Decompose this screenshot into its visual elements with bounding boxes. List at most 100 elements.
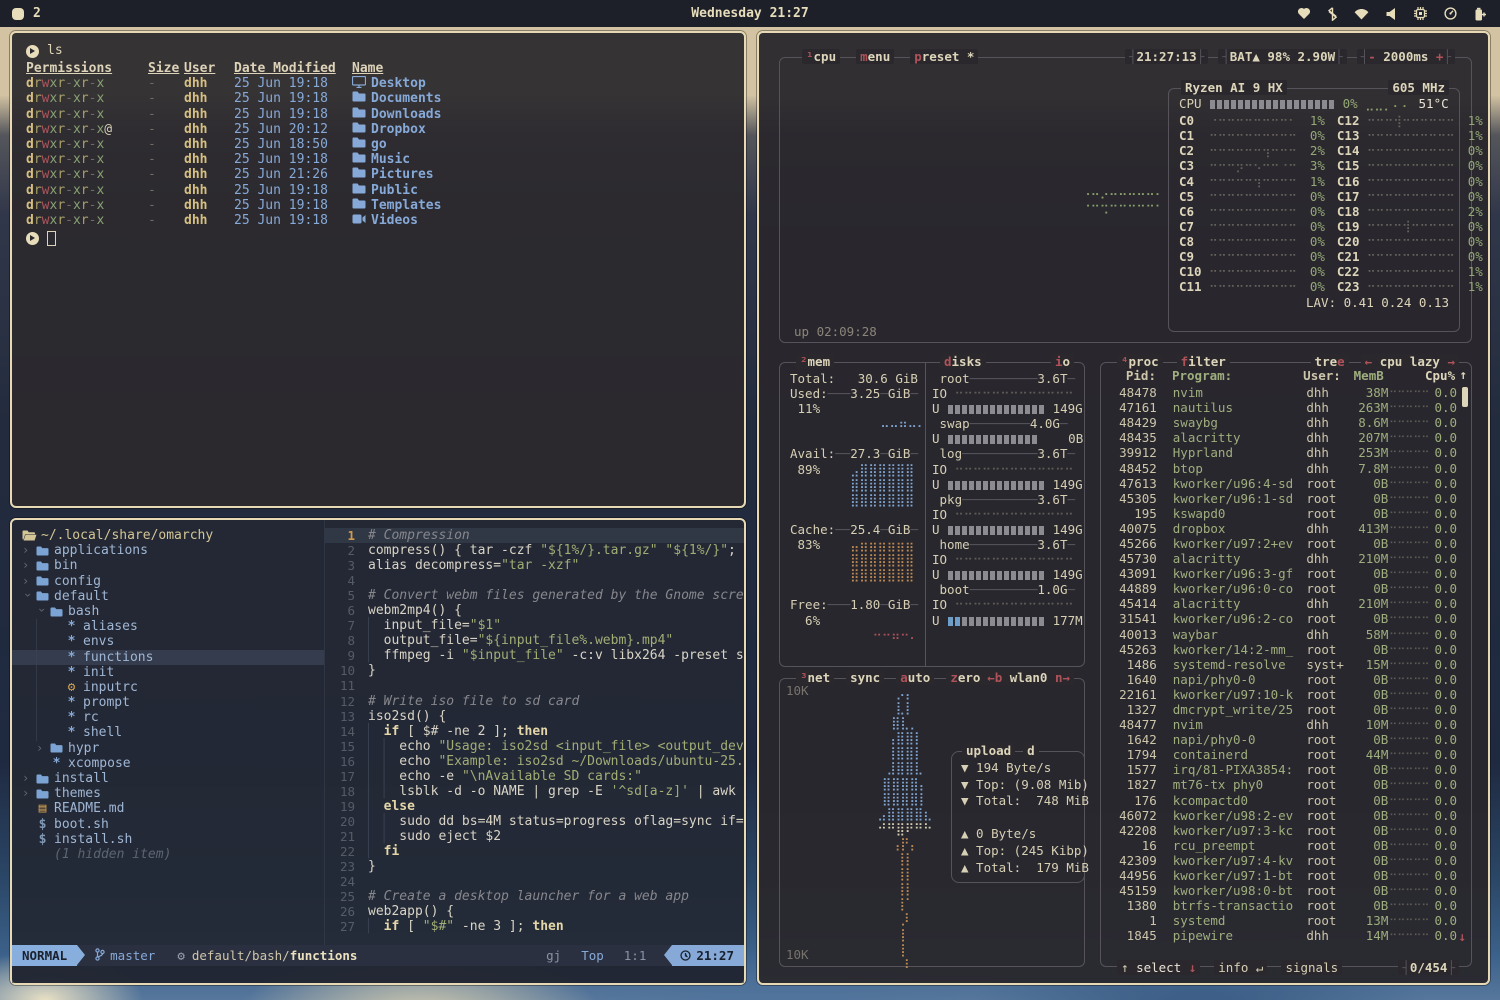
process-row[interactable]: 48452btopdhh7.8M⠒⠒⠒⠒⠒0.0 (1111, 460, 1457, 475)
process-row[interactable]: 48477nvimdhh10M⠒⠒⠒⠒⠒0.0 (1111, 717, 1457, 732)
tree-item--1-hidden-item-[interactable]: (1 hidden item) (12, 847, 324, 862)
process-row[interactable]: 44889kworker/u96:0-coroot0B⠒⠒⠒⠒⠒0.0 (1111, 581, 1457, 596)
process-row[interactable]: 1577irq/81-PIXA3854:root0B⠒⠒⠒⠒⠒0.0 (1111, 762, 1457, 777)
refresh-rate-control[interactable]: ┤- 2000ms +├ (1357, 49, 1455, 64)
process-row[interactable]: 42208kworker/u97:3-kcroot0B⠒⠒⠒⠒⠒0.0 (1111, 823, 1457, 838)
tree-item-functions[interactable]: *functions (12, 650, 324, 665)
process-row[interactable]: 1827mt76-tx phy0root0B⠒⠒⠒⠒⠒0.0 (1111, 777, 1457, 792)
tree-item-config[interactable]: ›config (12, 574, 324, 589)
updates-icon[interactable] (1297, 7, 1311, 20)
process-row[interactable]: 40075dropboxdhh413M⠒⠒⠒⠒⠒0.0 (1111, 521, 1457, 536)
info-control[interactable]: info ↵ (1214, 960, 1267, 975)
tab-mem[interactable]: ²mem (796, 354, 834, 369)
process-row[interactable]: 45263kworker/14:2-mm_root0B⠒⠒⠒⠒⠒0.0 (1111, 642, 1457, 657)
process-row[interactable]: 1794containerdroot44M⠒⠒⠒⠒⠒0.0 (1111, 747, 1457, 762)
volume-icon[interactable] (1386, 8, 1397, 20)
system-monitor-window[interactable]: ¹cpumenupreset * ┤21:27:13├┤BAT▲ 98% 2.9… (757, 31, 1490, 985)
process-row[interactable]: 31541kworker/u96:2-coroot0B⠒⠒⠒⠒⠒0.0 (1111, 611, 1457, 626)
tree-item-install[interactable]: ›install (12, 771, 324, 786)
tree-item-readme-md[interactable]: ▤README.md (12, 801, 324, 816)
process-row[interactable]: 45730alacrittydhh210M⠒⠒⠒⠒⠒0.0 (1111, 551, 1457, 566)
process-row[interactable]: 1327dmcrypt_write/25root0B⠒⠒⠒⠒⠒0.0 (1111, 702, 1457, 717)
select-control[interactable]: ↑ select ↓ (1117, 960, 1200, 975)
proc-tree-toggle[interactable]: tree (1311, 354, 1349, 369)
process-row[interactable]: 1systemdroot13M⠒⠒⠒⠒⠒0.0 (1111, 913, 1457, 928)
process-row[interactable]: 1642napi/phy0-0root0B⠒⠒⠒⠒⠒0.0 (1111, 732, 1457, 747)
net-auto-toggle[interactable]: auto (896, 670, 934, 685)
process-row[interactable]: 22161kworker/u97:10-kroot0B⠒⠒⠒⠒⠒0.0 (1111, 687, 1457, 702)
process-row[interactable]: 43091kworker/u96:3-gfroot0B⠒⠒⠒⠒⠒0.0 (1111, 566, 1457, 581)
tree-item-default[interactable]: ›default (12, 589, 324, 604)
tree-item-envs[interactable]: *envs (12, 634, 324, 649)
process-row[interactable]: 16rcu_preemptroot0B⠒⠒⠒⠒⠒0.0 (1111, 838, 1457, 853)
terminal-window[interactable]: lsPermissionsSizeUserDate ModifiedNamedr… (10, 31, 746, 508)
process-row[interactable]: 39912Hyprlanddhh253M⠒⠒⠒⠒⠒0.0 (1111, 445, 1457, 460)
tree-item-hypr[interactable]: ›hypr (12, 741, 324, 756)
process-row[interactable]: 1486systemd-resolvesyst+15M⠒⠒⠒⠒⠒0.0 (1111, 657, 1457, 672)
tree-item-applications[interactable]: ›applications (12, 543, 324, 558)
process-row[interactable]: 1640napi/phy0-0root0B⠒⠒⠒⠒⠒0.0 (1111, 672, 1457, 687)
process-header[interactable]: Pid: Program: User: MemB Cpu% (1111, 368, 1453, 383)
gauge-icon[interactable] (1444, 7, 1457, 20)
tree-item-aliases[interactable]: *aliases (12, 619, 324, 634)
tree-item-xcompose[interactable]: *xcompose (12, 756, 324, 771)
menu-button[interactable]: menu (856, 49, 894, 64)
tree-item-bash[interactable]: ›bash (12, 604, 324, 619)
net-interface[interactable]: ←b wlan0 n→ (983, 670, 1074, 685)
preset-button[interactable]: preset * (910, 49, 978, 64)
proc-sort[interactable]: ← cpu lazy → (1361, 354, 1459, 369)
tree-item-install-sh[interactable]: $install.sh (12, 832, 324, 847)
process-row[interactable]: 48435alacrittydhh207M⠒⠒⠒⠒⠒0.0 (1111, 430, 1457, 445)
process-row[interactable]: 45159kworker/u98:0-btroot0B⠒⠒⠒⠒⠒0.0 (1111, 883, 1457, 898)
tree-item-rc[interactable]: *rc (12, 710, 324, 725)
process-row[interactable]: 195kswapd0root0B⠒⠒⠒⠒⠒0.0 (1111, 506, 1457, 521)
net-sync-toggle[interactable]: sync (846, 670, 884, 685)
scroll-up-indicator[interactable]: ↑ (1459, 367, 1467, 382)
bluetooth-icon[interactable] (1328, 7, 1337, 21)
signals-control[interactable]: signals (1281, 960, 1342, 975)
process-row[interactable]: 48478nvimdhh38M⠒⠒⠒⠒⠒0.0 (1111, 385, 1457, 400)
process-row[interactable]: 47613kworker/u96:4-sdroot0B⠒⠒⠒⠒⠒0.0 (1111, 476, 1457, 491)
proc-filter[interactable]: filter (1177, 354, 1230, 369)
process-row[interactable]: 45266kworker/u97:2+evroot0B⠒⠒⠒⠒⠒0.0 (1111, 536, 1457, 551)
process-row[interactable]: 46072kworker/u98:2-evroot0B⠒⠒⠒⠒⠒0.0 (1111, 808, 1457, 823)
net-zero-toggle[interactable]: zero (946, 670, 984, 685)
file-row: drwxr-xr-x-dhh25 Jun 19:18Music (26, 152, 730, 167)
process-row[interactable]: 45305kworker/u96:1-sdroot0B⠒⠒⠒⠒⠒0.0 (1111, 491, 1457, 506)
memory-line (790, 507, 926, 522)
process-row[interactable]: 47161nautilusdhh263M⠒⠒⠒⠒⠒0.0 (1111, 400, 1457, 415)
workspace-active-icon[interactable] (12, 8, 24, 20)
tree-item-boot-sh[interactable]: $boot.sh (12, 817, 324, 832)
tree-item-bin[interactable]: ›bin (12, 558, 324, 573)
file-icon: * (64, 695, 79, 710)
io-toggle[interactable]: io (1051, 354, 1074, 369)
folder-icon (35, 561, 50, 571)
tree-item-shell[interactable]: *shell (12, 725, 324, 740)
tree-item-inputrc[interactable]: ⚙inputrc (12, 680, 324, 695)
tree-root[interactable]: ~/.local/share/omarchy (12, 528, 324, 543)
process-row[interactable]: 48429swaybgdhh8.6M⠒⠒⠒⠒⠒0.0 (1111, 415, 1457, 430)
tree-item-themes[interactable]: ›themes (12, 786, 324, 801)
workspace-label[interactable]: 2 (33, 6, 41, 21)
code-pane[interactable]: 1# Compression2compress() { tar -czf "${… (325, 520, 744, 945)
process-row[interactable]: 44956kworker/u97:1-btroot0B⠒⠒⠒⠒⠒0.0 (1111, 868, 1457, 883)
scrollbar-thumb[interactable] (1462, 387, 1468, 407)
tab-cpu[interactable]: ¹cpu (802, 49, 840, 64)
process-row[interactable]: 1380btrfs-transactioroot0B⠒⠒⠒⠒⠒0.0 (1111, 898, 1457, 913)
chevron-icon: › (20, 591, 35, 604)
tree-item-prompt[interactable]: *prompt (12, 695, 324, 710)
process-row[interactable]: 45414alacrittydhh210M⠒⠒⠒⠒⠒0.0 (1111, 596, 1457, 611)
process-row[interactable]: 40013waybardhh58M⠒⠒⠒⠒⠒0.0 (1111, 627, 1457, 642)
editor-window[interactable]: ~/.local/share/omarchy›applications›bin›… (10, 518, 746, 985)
wifi-icon[interactable] (1354, 8, 1369, 20)
process-row[interactable]: 176kcompactd0root0B⠒⠒⠒⠒⠒0.0 (1111, 793, 1457, 808)
battery-icon[interactable] (1474, 7, 1486, 21)
tab-disks[interactable]: disks (940, 354, 986, 369)
tab-proc[interactable]: ⁴proc (1117, 354, 1163, 369)
scroll-down-indicator[interactable]: ↓ (1458, 929, 1466, 944)
code-line: 14▏ if [ $# -ne 2 ]; then (325, 724, 744, 739)
process-row[interactable]: 1845pipewiredhh14M⠒⠒⠒⠒⠒0.0 (1111, 928, 1457, 943)
tree-item-init[interactable]: *init (12, 665, 324, 680)
cpu-icon[interactable] (1414, 7, 1427, 20)
process-row[interactable]: 42309kworker/u97:4-kvroot0B⠒⠒⠒⠒⠒0.0 (1111, 853, 1457, 868)
